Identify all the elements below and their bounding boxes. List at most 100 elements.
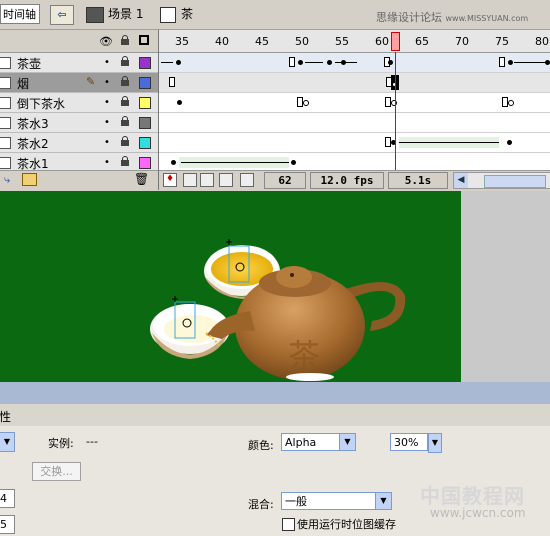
layer-name: 茶壶 xyxy=(17,57,42,71)
layer-header xyxy=(0,30,158,53)
layer-name: 倒下茶水 xyxy=(17,97,66,111)
lock-all-icon[interactable] xyxy=(121,34,129,46)
visibility-dot-icon[interactable]: • xyxy=(104,77,110,88)
ruler-label: 40 xyxy=(215,35,229,48)
layer-row[interactable]: 茶水2 • xyxy=(0,133,158,153)
cache-checkbox[interactable] xyxy=(282,518,295,531)
visibility-dot-icon[interactable]: • xyxy=(104,117,110,128)
layer-name: 茶水2 xyxy=(17,137,49,151)
lock-icon[interactable] xyxy=(121,56,129,66)
alpha-input[interactable]: 30% xyxy=(390,433,428,451)
ruler-label: 50 xyxy=(295,35,309,48)
frame-row-pour[interactable] xyxy=(159,93,550,113)
scroll-left-icon[interactable]: ◀ xyxy=(454,173,468,188)
symbol-breadcrumb[interactable]: 茶 xyxy=(160,5,193,23)
stage[interactable]: 茶 xyxy=(0,191,461,382)
edit-multiple-icon[interactable] xyxy=(219,173,233,187)
layer-row[interactable]: 倒下茶水 • xyxy=(0,93,158,113)
back-arrow-icon[interactable]: ⇦ xyxy=(50,5,74,25)
frame-row-tea3[interactable] xyxy=(159,113,550,133)
trash-icon[interactable]: 🗑 xyxy=(134,172,149,186)
height-field[interactable]: 5 xyxy=(0,515,15,534)
layer-color-swatch[interactable] xyxy=(139,97,151,109)
layer-row[interactable]: 茶壶 • xyxy=(0,53,158,73)
outline-all-icon[interactable] xyxy=(139,35,149,45)
visibility-dot-icon[interactable]: • xyxy=(104,137,110,148)
stage-artwork xyxy=(150,239,406,381)
frame-rate[interactable]: 12.0 fps xyxy=(310,172,384,189)
layer-icon xyxy=(0,157,11,169)
playhead[interactable] xyxy=(391,32,400,51)
ruler-label: 35 xyxy=(175,35,189,48)
type-dropdown[interactable]: ▼ xyxy=(0,432,15,452)
layer-color-swatch[interactable] xyxy=(139,77,151,89)
lock-icon[interactable] xyxy=(121,136,129,146)
current-frame: 62 xyxy=(264,172,306,189)
elapsed-time: 5.1s xyxy=(388,172,448,189)
scroll-thumb[interactable] xyxy=(484,175,546,188)
lock-icon[interactable] xyxy=(121,76,129,86)
ruler-label: 70 xyxy=(455,35,469,48)
onion-markers-icon[interactable] xyxy=(240,173,254,187)
instance-label: 实例: xyxy=(48,437,74,450)
color-label: 颜色: xyxy=(248,439,274,452)
layer-row[interactable]: 茶水3 • xyxy=(0,113,158,133)
ruler-label: 55 xyxy=(335,35,349,48)
playhead-line xyxy=(395,52,396,172)
add-folder-icon[interactable] xyxy=(22,173,37,186)
lock-icon[interactable] xyxy=(121,156,129,166)
layer-icon xyxy=(0,137,11,149)
frame-row-tea2[interactable] xyxy=(159,133,550,153)
lock-icon[interactable] xyxy=(121,96,129,106)
onion-outline-icon[interactable] xyxy=(200,173,214,187)
layer-color-swatch[interactable] xyxy=(139,117,151,129)
add-layer-icon[interactable]: ⤷ xyxy=(4,173,10,187)
blend-dropdown[interactable]: 一般 ▼ xyxy=(281,492,392,510)
alpha-slider-icon[interactable]: ▼ xyxy=(428,433,442,453)
visibility-dot-icon[interactable]: • xyxy=(104,157,110,168)
layer-icon xyxy=(0,57,11,69)
swap-button[interactable]: 交换... xyxy=(32,462,81,481)
chevron-down-icon: ▼ xyxy=(339,434,355,450)
ruler-label: 45 xyxy=(255,35,269,48)
onion-skin-icon[interactable] xyxy=(183,173,197,187)
scene-breadcrumb[interactable]: 场景 1 xyxy=(86,5,143,23)
stage-scroll-strip[interactable] xyxy=(0,382,550,404)
layer-icon xyxy=(0,117,11,129)
timeline-scrollbar[interactable]: ◀ xyxy=(453,172,550,189)
frame-row-teapot[interactable] xyxy=(159,53,550,73)
properties-header[interactable]: 属性 xyxy=(0,404,550,427)
instance-value: --- xyxy=(86,435,98,448)
pencil-icon: ✎ xyxy=(86,75,96,88)
layer-color-swatch[interactable] xyxy=(139,157,151,169)
center-frame-icon[interactable]: ♦ xyxy=(163,173,177,187)
cache-label: 使用运行时位图缓存 xyxy=(297,518,396,531)
ruler-label: 65 xyxy=(415,35,429,48)
chevron-down-icon: ▼ xyxy=(375,493,391,509)
eye-icon[interactable]: 👁 xyxy=(99,35,113,48)
layer-color-swatch[interactable] xyxy=(139,57,151,69)
watermark: 思缘设计论坛 www.MISSYUAN.com xyxy=(376,11,529,24)
layer-name: 茶水3 xyxy=(17,117,49,131)
ruler-label: 80 xyxy=(535,35,549,48)
color-dropdown[interactable]: Alpha ▼ xyxy=(281,433,356,451)
pasteboard xyxy=(461,191,550,382)
layer-color-swatch[interactable] xyxy=(139,137,151,149)
scene-icon xyxy=(86,6,104,23)
graphic-symbol-icon xyxy=(160,6,176,23)
timeline-button[interactable]: 时间轴 xyxy=(0,4,40,24)
watermark-url: www.jcwcn.com xyxy=(430,506,526,520)
watermark-bottom: 中国教程网 xyxy=(420,484,525,508)
lock-icon[interactable] xyxy=(121,116,129,126)
ruler-label: 60 xyxy=(375,35,389,48)
visibility-dot-icon[interactable]: • xyxy=(104,57,110,68)
layer-icon xyxy=(0,77,11,89)
teapot-character: 茶 xyxy=(288,337,321,375)
blend-label: 混合: xyxy=(248,498,274,511)
width-field[interactable]: 4 xyxy=(0,489,15,508)
layer-row[interactable]: 烟 ✎ • xyxy=(0,73,158,93)
ruler-label: 75 xyxy=(495,35,509,48)
layer-icon xyxy=(0,97,11,109)
frame-row-smoke[interactable] xyxy=(159,73,550,93)
visibility-dot-icon[interactable]: • xyxy=(104,97,110,108)
